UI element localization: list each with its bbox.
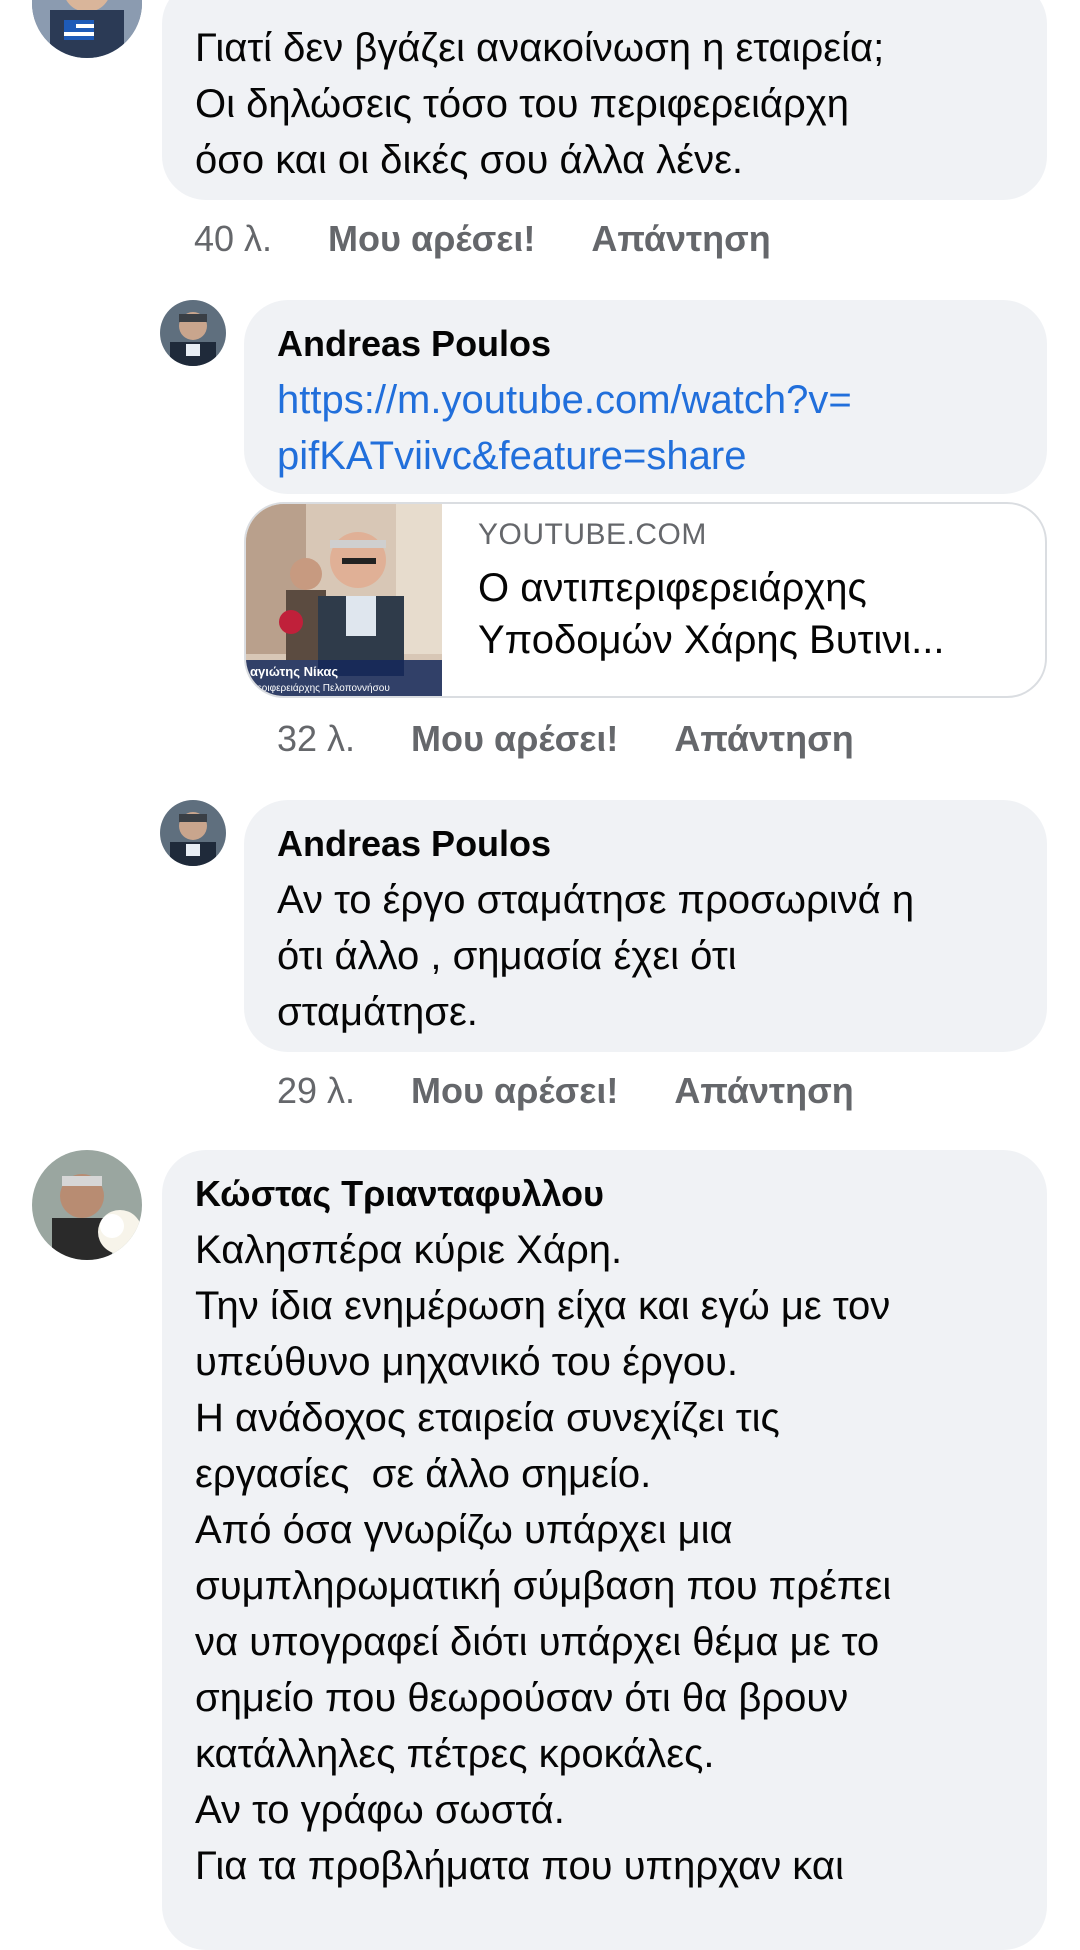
like-button[interactable]: Μου αρέσει! (411, 718, 618, 760)
reply-button[interactable]: Απάντηση (591, 218, 770, 260)
reply-author[interactable]: Andreas Poulos (277, 322, 1017, 366)
reply-author[interactable]: Andreas Poulos (277, 822, 1017, 866)
comment-author[interactable]: Κώστας Τριανταφυλλου (195, 1172, 1017, 1216)
reply-actions: 29 λ. Μου αρέσει! Απάντηση (277, 1070, 854, 1112)
reply-button[interactable]: Απάντηση (674, 1070, 853, 1112)
reply-actions: 32 λ. Μου αρέσει! Απάντηση (277, 718, 854, 760)
reply-button[interactable]: Απάντηση (674, 718, 853, 760)
commenter-avatar[interactable] (32, 0, 142, 58)
video-thumbnail: αγιώτης Νίκας Περιφερειάρχης Πελοποννήσο… (246, 504, 442, 696)
comment-text: Γιατί δεν βγάζει ανακοίνωση η εταιρεία; … (195, 26, 885, 182)
avatar-photo-icon (160, 800, 226, 866)
preview-title: Ο αντιπεριφερειάρχης Υποδομών Χάρης Βυτι… (478, 566, 945, 662)
reply-bubble: Andreas Poulos Αν το έργο σταμάτησε προσ… (244, 800, 1047, 1052)
avatar-photo-icon (160, 300, 226, 366)
comment-text: Καλησπέρα κύριε Χάρη. Την ίδια ενημέρωση… (195, 1228, 892, 1888)
link-preview-card[interactable]: αγιώτης Νίκας Περιφερειάρχης Πελοποννήσο… (244, 502, 1047, 698)
preview-domain: YOUTUBE.COM (478, 518, 707, 551)
reply-time[interactable]: 29 λ. (277, 1070, 355, 1112)
thumbnail-caption: αγιώτης Νίκας Περιφερειάρχης Πελοποννήσο… (246, 660, 442, 696)
reply-avatar[interactable] (160, 300, 226, 366)
comment-bubble: Γιατί δεν βγάζει ανακοίνωση η εταιρεία; … (162, 0, 1047, 200)
reply-time[interactable]: 32 λ. (277, 718, 355, 760)
like-button[interactable]: Μου αρέσει! (411, 1070, 618, 1112)
commenter-avatar[interactable] (32, 1150, 142, 1260)
shared-link[interactable]: https://m.youtube.com/watch?v= pifKATvii… (277, 372, 1017, 484)
comment-actions: 40 λ. Μου αρέσει! Απάντηση (194, 218, 771, 260)
avatar-photo-icon (32, 0, 142, 58)
caption-role: Περιφερειάρχης Πελοποννήσου (250, 683, 390, 694)
comment-time[interactable]: 40 λ. (194, 218, 272, 260)
comment-bubble: Κώστας Τριανταφυλλου Καλησπέρα κύριε Χάρ… (162, 1150, 1047, 1950)
reply-bubble: Andreas Poulos https://m.youtube.com/wat… (244, 300, 1047, 494)
avatar-photo-icon (32, 1150, 142, 1260)
reply-text: Αν το έργο σταμάτησε προσωρινά η ότι άλλ… (277, 878, 915, 1034)
caption-name: αγιώτης Νίκας (250, 664, 339, 679)
reply-avatar[interactable] (160, 800, 226, 866)
like-button[interactable]: Μου αρέσει! (328, 218, 535, 260)
